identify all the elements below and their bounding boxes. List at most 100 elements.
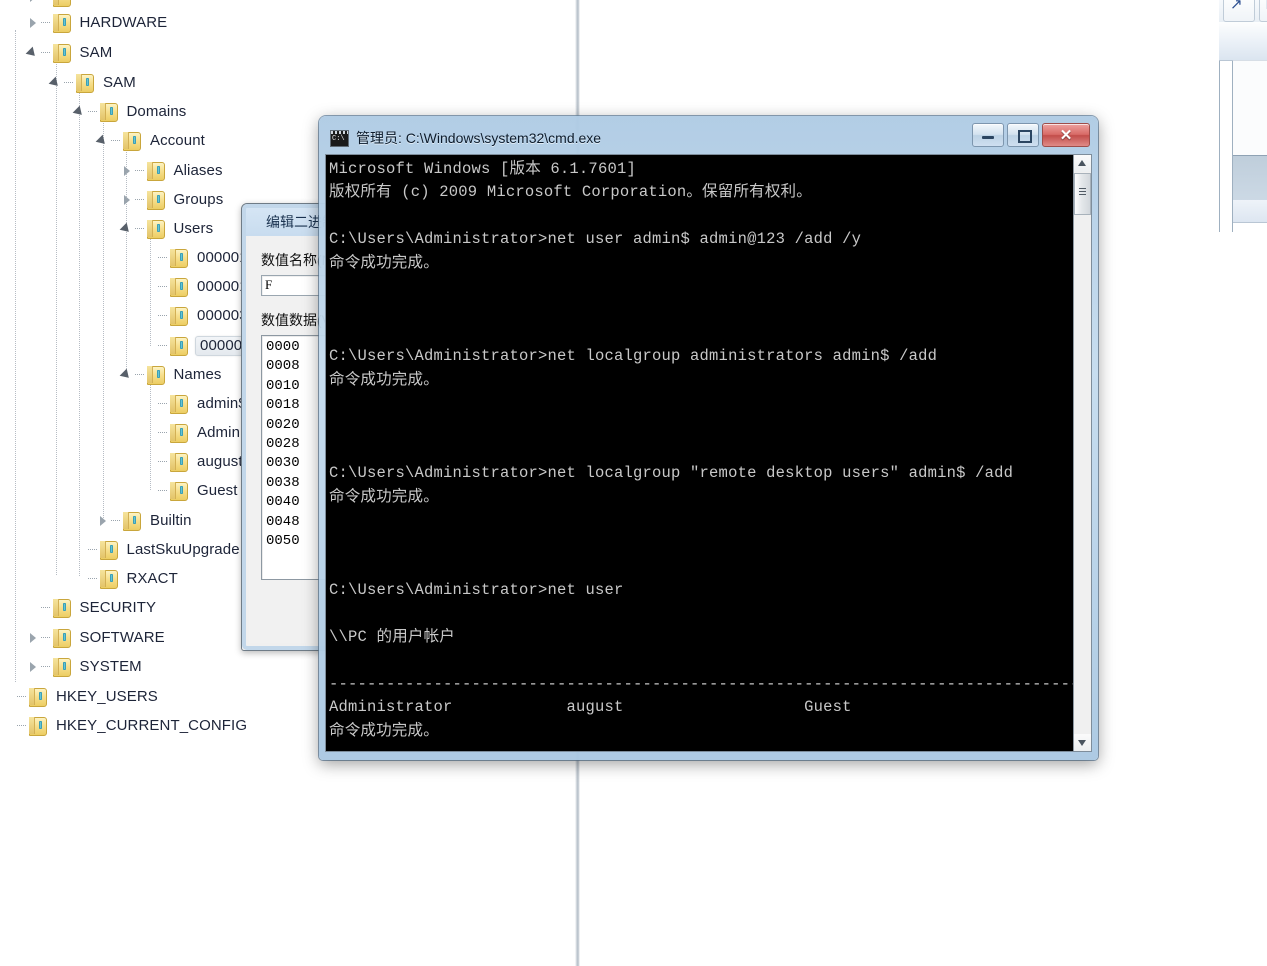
tree-guide-line (15, 30, 16, 682)
registry-key-folder-icon (168, 247, 189, 268)
tree-item-domains[interactable]: Domains (72, 97, 191, 126)
tree-connector (40, 636, 50, 639)
chevron-down-icon[interactable] (25, 45, 41, 61)
chevron-right-icon[interactable] (25, 630, 41, 646)
tree-item-aliases[interactable]: Aliases (119, 156, 227, 185)
tree-item-system[interactable]: SYSTEM (25, 652, 146, 681)
tree-item-users[interactable]: Users (119, 214, 218, 243)
tree-item-august[interactable]: august (142, 447, 247, 476)
chevron-right-icon[interactable] (119, 192, 135, 208)
console-line: C:\Users\Administrator>net localgroup "r… (329, 464, 1014, 483)
chevron-right-icon[interactable] (25, 659, 41, 675)
tree-item-sam[interactable]: SAM (48, 68, 140, 97)
tree-item-label: Aliases (173, 161, 223, 179)
console-line: 命令成功完成。 (329, 487, 439, 506)
toolbar-button-2[interactable]: ⇱ (1259, 0, 1267, 22)
tree-item-label: Builtin (150, 511, 192, 529)
tree-item-admin$[interactable]: admin$ (142, 389, 251, 418)
tree-connector (40, 21, 50, 24)
cmd-client-area[interactable]: Microsoft Windows [版本 6.1.7601] 版权所有 (c) … (325, 154, 1092, 752)
minimize-button[interactable] (972, 123, 1004, 147)
tree-connector (134, 169, 144, 172)
tree-item-rxact[interactable]: RXACT (72, 564, 182, 593)
maximize-button[interactable] (1007, 123, 1039, 147)
chevron-down-icon[interactable] (119, 221, 135, 237)
tree-connector (64, 81, 73, 84)
panel-list[interactable] (1233, 60, 1267, 156)
tree-connector (87, 110, 97, 113)
tree-item-names[interactable]: Names (119, 360, 226, 389)
window-control-buttons: ✕ (972, 123, 1090, 147)
close-button[interactable]: ✕ (1042, 123, 1090, 147)
chevron-right-icon[interactable] (25, 0, 41, 5)
tree-connector (40, 665, 50, 668)
toolbar-glyph-1-icon: ↗ (1230, 0, 1243, 13)
tree-connector (158, 489, 167, 492)
panel-footer-band (1233, 200, 1267, 223)
chevron-down-icon[interactable] (48, 75, 64, 91)
registry-key-folder-icon (168, 393, 189, 414)
scroll-thumb[interactable] (1074, 173, 1091, 215)
registry-key-folder-icon (98, 101, 119, 122)
console-text-output[interactable]: Microsoft Windows [版本 6.1.7601] 版权所有 (c) … (326, 155, 1073, 751)
registry-key-folder-icon (145, 160, 166, 181)
tree-item-label: SAM (103, 73, 136, 91)
chevron-right-icon[interactable] (119, 163, 135, 179)
chevron-down-icon[interactable] (72, 104, 88, 120)
scroll-up-arrow-icon[interactable] (1074, 155, 1091, 172)
tree-item-label: LastSkuUpgrade (126, 540, 240, 558)
registry-key-folder-icon (51, 42, 72, 63)
chevron-down-icon[interactable] (95, 133, 111, 149)
registry-key-folder-icon (27, 686, 48, 707)
tree-item-lastskuupgrade[interactable]: LastSkuUpgrade (72, 535, 244, 564)
tree-connector (134, 373, 144, 376)
chevron-right-icon[interactable] (95, 513, 111, 529)
registry-key-folder-icon (51, 0, 72, 7)
tree-item-hkey_users[interactable]: HKEY_USERS (1, 682, 162, 711)
cmd-title-bar[interactable]: 管理员: C:\Windows\system32\cmd.exe ✕ (325, 122, 1092, 154)
command-prompt-window[interactable]: 管理员: C:\Windows\system32\cmd.exe ✕ Micro… (319, 116, 1098, 760)
panel-selected-band[interactable] (1233, 155, 1267, 201)
tree-item-builtin[interactable]: Builtin (95, 506, 196, 535)
console-line: C:\Users\Administrator>net user (329, 581, 624, 600)
console-line: \\PC 的用户帐户 (329, 628, 456, 647)
registry-key-folder-icon (168, 451, 189, 472)
chevron-down-icon[interactable] (119, 367, 135, 383)
side-panel-partial: ↗ ⇱ (1211, 0, 1267, 232)
tree-item-hkey_current_config[interactable]: HKEY_CURRENT_CONFIG (1, 711, 251, 740)
tree-item-hardware[interactable]: HARDWARE (25, 8, 172, 37)
tree-item-software[interactable]: SOFTWARE (25, 623, 169, 652)
chevron-right-icon[interactable] (25, 15, 41, 31)
registry-key-folder-icon (168, 276, 189, 297)
close-icon: ✕ (1059, 127, 1073, 144)
tree-item-guest[interactable]: Guest (142, 476, 242, 505)
tree-connector (158, 256, 167, 259)
tree-item-security[interactable]: SECURITY (25, 593, 161, 622)
tree-item-label: HARDWARE (79, 13, 168, 31)
registry-key-folder-icon (74, 72, 95, 93)
console-line: C:\Users\Administrator>net user admin$ a… (329, 230, 862, 249)
scroll-down-arrow-icon[interactable] (1074, 734, 1091, 751)
toolbar-button-1[interactable]: ↗ (1223, 0, 1255, 22)
tree-item-label: Account (150, 131, 205, 149)
cmd-window-title: 管理员: C:\Windows\system32\cmd.exe (356, 130, 602, 146)
tree-item-groups[interactable]: Groups (119, 185, 228, 214)
tree-item-label: Domains (126, 102, 187, 120)
tree-connector (111, 519, 120, 522)
console-scrollbar[interactable] (1073, 155, 1091, 751)
tree-connector (158, 344, 167, 347)
registry-key-folder-icon (98, 568, 119, 589)
registry-key-folder-icon (121, 510, 142, 531)
tree-item-account[interactable]: Account (95, 126, 209, 155)
tree-item-sam[interactable]: SAM (25, 38, 117, 67)
tree-item-label: SAM (79, 43, 113, 61)
